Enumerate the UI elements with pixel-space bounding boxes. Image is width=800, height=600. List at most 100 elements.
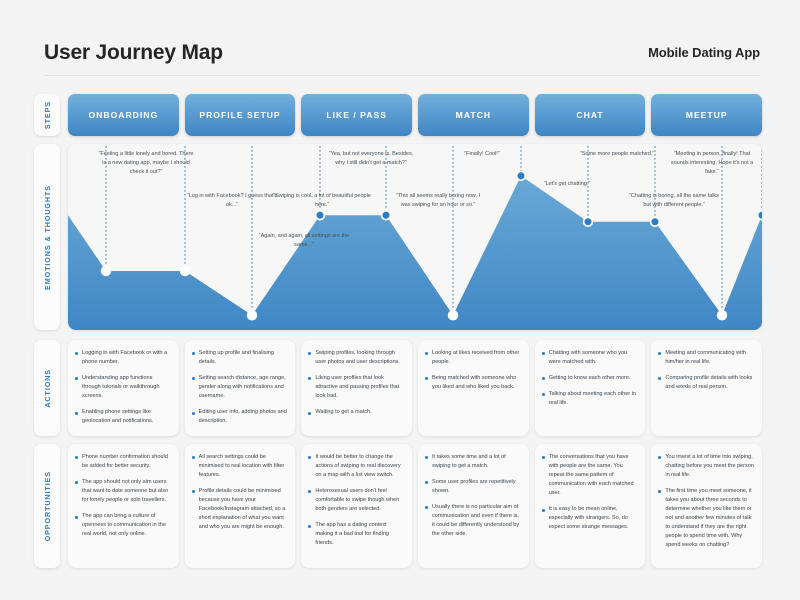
list-item: You invest a lot of time into swiping, c…: [658, 453, 754, 480]
actions-card: Swiping profiles, looking through user p…: [301, 340, 413, 436]
row-label-actions-text: ACTIONS: [42, 368, 52, 408]
bullet-dot-icon: [658, 456, 662, 460]
list-item: Editing user info, adding photos and des…: [191, 408, 288, 426]
emotion-data-point[interactable]: [179, 265, 191, 277]
list-item: Some user profiles are repetitively show…: [425, 478, 521, 496]
list-item-text: Swiping profiles, looking through user p…: [315, 350, 400, 366]
step-pill-like-pass[interactable]: LIKE / PASS: [301, 94, 413, 136]
bullet-dot-icon: [191, 377, 195, 381]
list-item-text: Heterosexual users don't feel comfortabl…: [315, 488, 400, 513]
bullet-dot-icon: [75, 411, 78, 415]
opportunities-row: Phone number confirmation should be adde…: [68, 444, 763, 568]
bullet-dot-icon: [191, 456, 195, 460]
list-item: All search settings could be minimised t…: [191, 453, 288, 480]
list-item: The app should not only aim users that w…: [75, 478, 171, 505]
emotion-data-point[interactable]: [515, 170, 527, 182]
list-item: Swiping profiles, looking through user p…: [308, 349, 404, 367]
list-item-text: Waiting to get a match.: [315, 409, 372, 416]
emotion-data-point[interactable]: [246, 309, 258, 321]
actions-row: Logging in with Facebook or with a phone…: [68, 340, 763, 436]
list-item-text: The app should not only aim users that w…: [82, 479, 169, 504]
bullet-dot-icon: [75, 377, 78, 381]
list-item-text: Enabling phone settings like geolocation…: [82, 409, 154, 425]
emotion-data-point[interactable]: [314, 209, 326, 221]
step-pill-meetup[interactable]: MEETUP: [651, 94, 763, 136]
bullet-dot-icon: [541, 377, 545, 381]
emotion-data-point[interactable]: [716, 309, 728, 321]
emotion-data-point[interactable]: [756, 209, 762, 221]
list-item-text: Chatting with someone who you were match…: [548, 350, 628, 366]
list-item-text: It takes some time and a lot of swiping …: [432, 454, 506, 470]
list-item-text: Meeting and communicating with him/her i…: [665, 350, 746, 366]
step-pill-label: PROFILE SETUP: [199, 110, 281, 120]
list-item: Heterosexual users don't feel comfortabl…: [308, 487, 404, 514]
emotion-quote: “Again, and again, all settings are the …: [258, 233, 350, 249]
list-item-text: The app can bring a culture of openness …: [82, 513, 166, 538]
list-item: Being matched with someone who you liked…: [425, 374, 521, 392]
list-item-text: Getting to know each other more.: [548, 375, 631, 382]
bullet-dot-icon: [541, 393, 545, 397]
list-item: The app can bring a culture of openness …: [75, 512, 171, 539]
bullet-dot-icon: [308, 456, 312, 460]
emotion-data-point[interactable]: [380, 209, 392, 221]
list-item-text: All search settings could be minimised t…: [198, 454, 285, 479]
emotions-chart-panel: “Feeling a little lonely and bored. Ther…: [68, 144, 762, 330]
list-item: Phone number confirmation should be adde…: [75, 453, 171, 471]
list-item: Setting search distance, age range, gend…: [191, 374, 288, 401]
row-label-emotions: EMOTIONS & THOUGHTS: [34, 144, 60, 330]
list-item-text: Some user profiles are repetitively show…: [432, 479, 516, 495]
bullet-dot-icon: [658, 490, 662, 494]
page-title: User Journey Map: [44, 40, 223, 64]
list-item: The app has a dating context making it a…: [308, 521, 404, 548]
list-item-text: Editing user info, adding photos and des…: [198, 409, 287, 425]
list-item: Profile details could be minimised becau…: [191, 487, 288, 532]
row-label-opportunities: OPPORTUNITIES: [34, 444, 60, 568]
bullet-dot-icon: [308, 377, 312, 381]
bullet-dot-icon: [75, 481, 78, 485]
list-item: It is easy to be mean online, especially…: [541, 505, 638, 532]
list-item-text: Phone number confirmation should be adde…: [82, 454, 168, 470]
list-item: Logging in with Facebook or with a phone…: [75, 349, 171, 367]
bullet-dot-icon: [541, 352, 545, 356]
list-item-text: The app has a dating context making it a…: [315, 522, 390, 547]
list-item: Comparing profile details with looks and…: [658, 374, 754, 392]
list-item: Getting to know each other more.: [541, 374, 638, 383]
bullet-dot-icon: [75, 352, 78, 356]
emotion-data-point[interactable]: [100, 265, 112, 277]
opportunities-card: It would be better to change the actions…: [301, 444, 413, 568]
list-item-text: Understanding app functions through tuto…: [82, 375, 160, 400]
emotion-quote: “Yea, but not everyone is. Besides, why …: [328, 151, 414, 167]
emotion-quote: “Swiping is cool, a lot of beautiful peo…: [273, 193, 371, 209]
list-item-text: Setting up profile and finalising detail…: [198, 350, 274, 366]
bullet-dot-icon: [658, 377, 662, 381]
bullet-dot-icon: [191, 411, 195, 415]
list-item-text: Looking at likes received from other peo…: [432, 350, 520, 366]
list-item-text: Talking about meeting each other in real…: [548, 391, 636, 407]
list-item: Understanding app functions through tuto…: [75, 374, 171, 401]
bullet-dot-icon: [541, 508, 545, 512]
step-pill-chat[interactable]: CHAT: [534, 94, 646, 136]
step-pill-onboarding[interactable]: ONBOARDING: [68, 94, 179, 136]
row-label-steps: STEPS: [34, 94, 60, 136]
list-item-text: Profile details could be minimised becau…: [198, 488, 286, 531]
step-pill-profile-setup[interactable]: PROFILE SETUP: [184, 94, 296, 136]
page-header: User Journey Map Mobile Dating App: [44, 30, 760, 76]
opportunities-card: All search settings could be minimised t…: [184, 444, 296, 568]
list-item-text: Comparing profile details with looks and…: [665, 375, 753, 391]
bullet-dot-icon: [425, 456, 429, 460]
list-item-text: It would be better to change the actions…: [315, 454, 401, 479]
step-pill-match[interactable]: MATCH: [418, 94, 529, 136]
bullet-dot-icon: [308, 352, 312, 356]
list-item-text: Logging in with Facebook or with a phone…: [82, 350, 168, 366]
bullet-dot-icon: [425, 352, 429, 356]
emotion-data-point[interactable]: [447, 309, 459, 321]
emotion-data-point[interactable]: [649, 216, 661, 228]
bullet-dot-icon: [425, 481, 429, 485]
bullet-dot-icon: [425, 506, 429, 510]
actions-card: Setting up profile and finalising detail…: [184, 340, 296, 436]
opportunities-card: You invest a lot of time into swiping, c…: [651, 444, 763, 568]
bullet-dot-icon: [308, 524, 312, 528]
emotion-quote: “Some more people matched.”: [579, 151, 655, 157]
emotion-data-point[interactable]: [582, 216, 594, 228]
bullet-dot-icon: [308, 411, 312, 415]
